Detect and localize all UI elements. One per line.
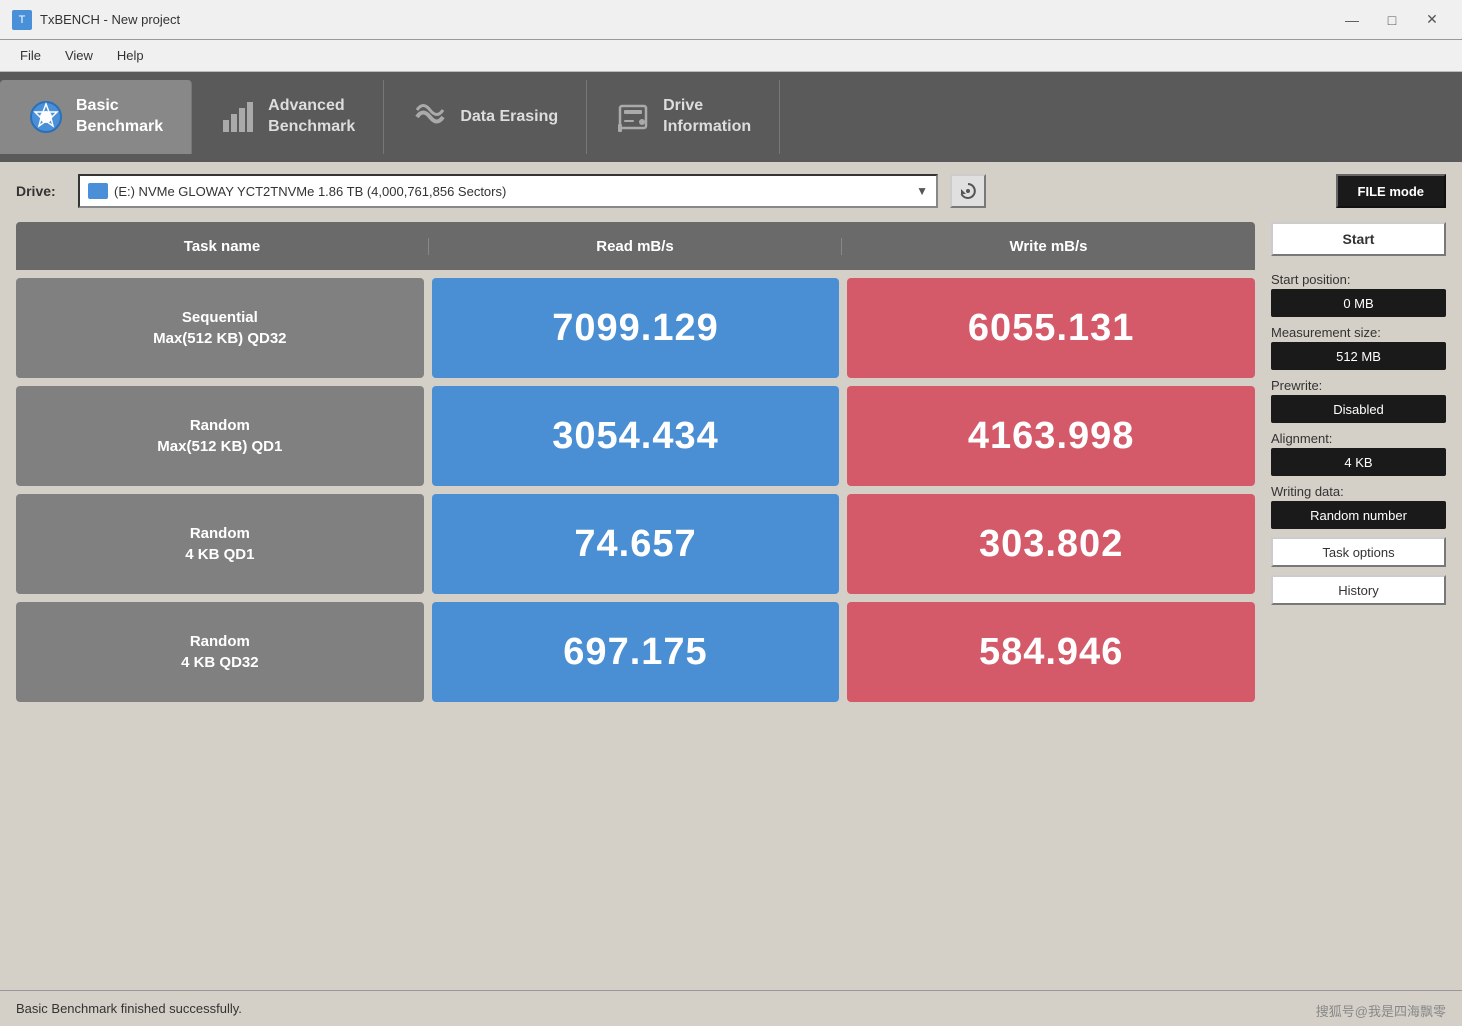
prewrite-value: Disabled [1271, 395, 1446, 423]
tab-advanced-label: AdvancedBenchmark [268, 96, 355, 138]
menubar: File View Help [0, 40, 1462, 72]
tab-drive-label: DriveInformation [663, 96, 751, 138]
task-options-button[interactable]: Task options [1271, 537, 1446, 567]
start-position-group: Start position: 0 MB [1271, 272, 1446, 317]
basic-benchmark-icon [28, 99, 64, 135]
row-label-1: RandomMax(512 KB) QD1 [16, 386, 424, 486]
row-write-1: 4163.998 [847, 386, 1255, 486]
row-write-0: 6055.131 [847, 278, 1255, 378]
row-read-2: 74.657 [432, 494, 840, 594]
table-row: RandomMax(512 KB) QD1 3054.434 4163.998 [16, 386, 1255, 486]
row-label-0: SequentialMax(512 KB) QD32 [16, 278, 424, 378]
header-write: Write mB/s [842, 238, 1255, 255]
start-position-label: Start position: [1271, 272, 1446, 287]
start-position-value: 0 MB [1271, 289, 1446, 317]
row-write-2: 303.802 [847, 494, 1255, 594]
measurement-size-value: 512 MB [1271, 342, 1446, 370]
row-read-0: 7099.129 [432, 278, 840, 378]
statusbar: Basic Benchmark finished successfully. 搜… [0, 990, 1462, 1026]
table-rows: SequentialMax(512 KB) QD32 7099.129 6055… [16, 278, 1255, 702]
writing-data-group: Writing data: Random number [1271, 484, 1446, 529]
alignment-label: Alignment: [1271, 431, 1446, 446]
tab-erasing-label: Data Erasing [460, 107, 558, 128]
menu-view[interactable]: View [53, 44, 105, 67]
tab-data-erasing[interactable]: Data Erasing [384, 80, 587, 154]
results-area: Task name Read mB/s Write mB/s Sequentia… [16, 222, 1446, 978]
tab-advanced-benchmark[interactable]: AdvancedBenchmark [192, 80, 384, 154]
tab-drive-information[interactable]: DriveInformation [587, 80, 780, 154]
prewrite-label: Prewrite: [1271, 378, 1446, 393]
advanced-benchmark-icon [220, 99, 256, 135]
window-title: TxBENCH - New project [40, 12, 1334, 27]
maximize-button[interactable]: □ [1374, 6, 1410, 34]
sidebar: Start Start position: 0 MB Measurement s… [1271, 222, 1446, 978]
benchmark-table: Task name Read mB/s Write mB/s Sequentia… [16, 222, 1255, 978]
minimize-button[interactable]: — [1334, 6, 1370, 34]
window-controls: — □ ✕ [1334, 6, 1450, 34]
menu-help[interactable]: Help [105, 44, 156, 67]
drive-select[interactable]: (E:) NVMe GLOWAY YCT2TNVMe 1.86 TB (4,00… [78, 174, 938, 208]
start-button[interactable]: Start [1271, 222, 1446, 256]
measurement-size-label: Measurement size: [1271, 325, 1446, 340]
writing-data-label: Writing data: [1271, 484, 1446, 499]
header-task-name: Task name [16, 238, 429, 255]
alignment-group: Alignment: 4 KB [1271, 431, 1446, 476]
main-content: Drive: (E:) NVMe GLOWAY YCT2TNVMe 1.86 T… [0, 162, 1462, 990]
data-erasing-icon [412, 99, 448, 135]
drive-dropdown-arrow: ▼ [916, 184, 928, 198]
table-row: Random4 KB QD32 697.175 584.946 [16, 602, 1255, 702]
toolbar: BasicBenchmark AdvancedBenchmark Data Er… [0, 72, 1462, 162]
watermark: 搜狐号@我是四海飘零 [1316, 1001, 1446, 1020]
measurement-size-group: Measurement size: 512 MB [1271, 325, 1446, 370]
row-write-3: 584.946 [847, 602, 1255, 702]
app-icon: T [12, 10, 32, 30]
table-header: Task name Read mB/s Write mB/s [16, 222, 1255, 270]
drive-value: (E:) NVMe GLOWAY YCT2TNVMe 1.86 TB (4,00… [114, 184, 902, 199]
row-read-1: 3054.434 [432, 386, 840, 486]
drive-information-icon [615, 99, 651, 135]
writing-data-value: Random number [1271, 501, 1446, 529]
file-mode-button[interactable]: FILE mode [1336, 174, 1446, 208]
refresh-icon [958, 181, 978, 201]
table-row: SequentialMax(512 KB) QD32 7099.129 6055… [16, 278, 1255, 378]
row-read-3: 697.175 [432, 602, 840, 702]
drive-refresh-button[interactable] [950, 174, 986, 208]
prewrite-group: Prewrite: Disabled [1271, 378, 1446, 423]
tab-basic-benchmark[interactable]: BasicBenchmark [0, 80, 192, 154]
alignment-value: 4 KB [1271, 448, 1446, 476]
titlebar: T TxBENCH - New project — □ ✕ [0, 0, 1462, 40]
row-label-2: Random4 KB QD1 [16, 494, 424, 594]
drive-label: Drive: [16, 183, 66, 199]
drive-row: Drive: (E:) NVMe GLOWAY YCT2TNVMe 1.86 T… [16, 174, 1446, 208]
table-row: Random4 KB QD1 74.657 303.802 [16, 494, 1255, 594]
menu-file[interactable]: File [8, 44, 53, 67]
drive-small-icon [88, 183, 108, 199]
history-button[interactable]: History [1271, 575, 1446, 605]
row-label-3: Random4 KB QD32 [16, 602, 424, 702]
status-text: Basic Benchmark finished successfully. [16, 1001, 242, 1016]
tab-basic-label: BasicBenchmark [76, 96, 163, 138]
header-read: Read mB/s [429, 238, 842, 255]
close-button[interactable]: ✕ [1414, 6, 1450, 34]
